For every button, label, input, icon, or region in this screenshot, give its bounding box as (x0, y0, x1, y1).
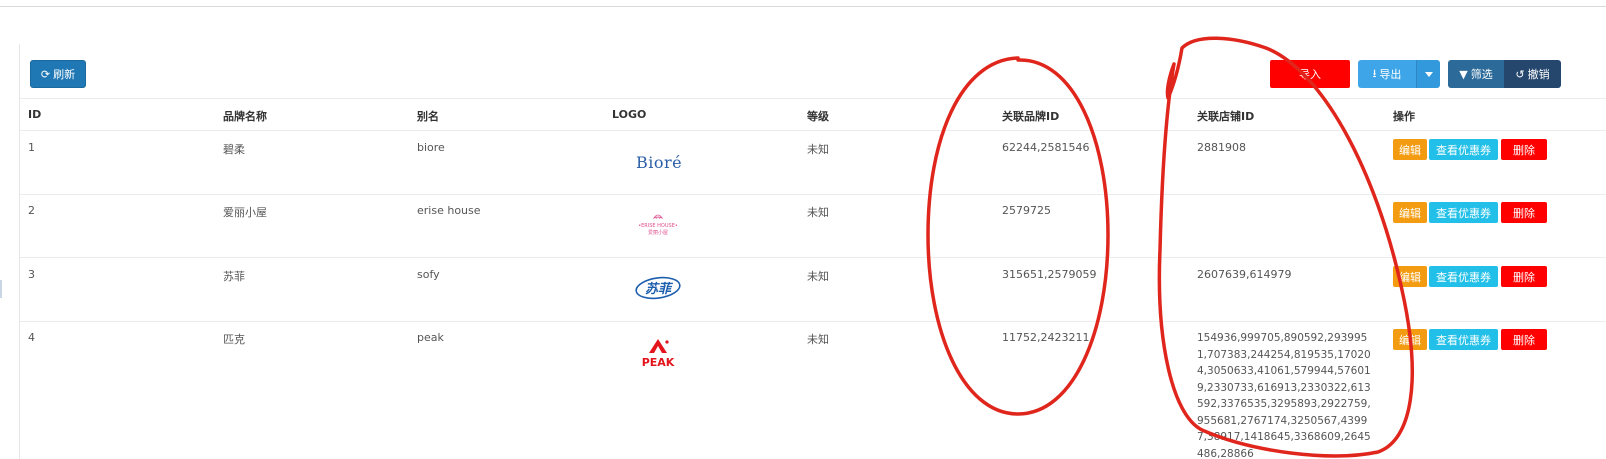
cell-id: 3 (28, 268, 35, 281)
cell-brand-ids: 62244,2581546 (1002, 141, 1090, 154)
cell-brand-ids: 2579725 (1002, 204, 1051, 217)
cell-id: 4 (28, 331, 35, 344)
undo-icon: ↺ (1515, 67, 1525, 81)
edit-button[interactable]: 编辑 (1393, 266, 1427, 287)
peak-logo: PEAK (640, 336, 676, 370)
view-coupon-button[interactable]: 查看优惠券 (1429, 329, 1498, 350)
row-divider (20, 194, 1606, 195)
export-label: 导出 (1379, 68, 1402, 81)
cell-level: 未知 (807, 143, 829, 156)
erise-house-logo: •ERISE HOUSE• 爱丽小屋 (632, 210, 684, 240)
column-header-brand-ids[interactable]: 关联品牌ID (1002, 108, 1059, 124)
column-header-actions: 操作 (1393, 110, 1415, 123)
row-divider (20, 321, 1606, 322)
refresh-icon: ⟳ (40, 67, 51, 81)
cell-name: 匹克 (223, 333, 245, 346)
import-button[interactable]: 导入 (1270, 60, 1350, 88)
cell-name: 爱丽小屋 (223, 206, 267, 219)
brand-table-panel: ⟳ 刷新 导入 ⭳ 导出 ▼ 筛选 ↺ 撤销 ID 品牌名称 别名 LOGO 等… (20, 44, 1606, 459)
cell-level: 未知 (807, 333, 829, 346)
column-header-id[interactable]: ID (28, 108, 41, 121)
undo-button[interactable]: ↺ 撤销 (1504, 60, 1561, 88)
cell-alias: peak (417, 331, 444, 344)
view-coupon-button[interactable]: 查看优惠券 (1429, 266, 1498, 287)
cell-shop-ids: 154936,999705,890592,2939951,707383,2442… (1197, 332, 1371, 459)
cell-id: 1 (28, 141, 35, 154)
biore-logo: Bioré (635, 152, 683, 172)
caret-down-icon (1424, 71, 1433, 77)
delete-button[interactable]: 删除 (1501, 202, 1547, 223)
cell-brand-ids: 11752,2423211 (1002, 331, 1090, 344)
cell-id: 2 (28, 204, 35, 217)
cell-name: 碧柔 (223, 143, 245, 156)
delete-button[interactable]: 删除 (1501, 266, 1547, 287)
header-bottom-border (20, 130, 1606, 131)
filter-icon: ▼ (1459, 67, 1468, 81)
svg-text:PEAK: PEAK (642, 356, 675, 369)
view-coupon-button[interactable]: 查看优惠券 (1429, 202, 1498, 223)
svg-text:•ERISE HOUSE•: •ERISE HOUSE• (638, 223, 678, 229)
cell-name: 苏菲 (223, 270, 245, 283)
view-coupon-button[interactable]: 查看优惠券 (1429, 139, 1498, 160)
cell-level: 未知 (807, 206, 829, 219)
table-top-border (20, 98, 1606, 99)
sofy-logo: 苏菲 (634, 274, 682, 302)
top-divider (0, 6, 1606, 7)
cell-alias: biore (417, 141, 445, 154)
delete-button[interactable]: 删除 (1501, 139, 1547, 160)
download-icon: ⭳ (1372, 66, 1377, 80)
filter-button[interactable]: ▼ 筛选 (1448, 60, 1504, 88)
cell-shop-ids: 2607639,614979 (1197, 268, 1292, 281)
undo-label: 撤销 (1527, 68, 1550, 81)
row-divider (20, 257, 1606, 258)
import-label: 导入 (1299, 68, 1321, 81)
edit-button[interactable]: 编辑 (1393, 202, 1427, 223)
svg-text:爱丽小屋: 爱丽小屋 (648, 229, 668, 236)
delete-button[interactable]: 删除 (1501, 329, 1547, 350)
svg-text:苏菲: 苏菲 (645, 281, 674, 297)
export-dropdown-toggle[interactable] (1416, 60, 1440, 88)
cell-alias: sofy (417, 268, 440, 281)
column-header-shop-ids[interactable]: 关联店铺ID (1197, 108, 1254, 124)
sidebar-edge (0, 280, 2, 298)
cell-brand-ids: 315651,2579059 (1002, 268, 1097, 281)
column-header-alias[interactable]: 别名 (417, 108, 439, 124)
refresh-label: 刷新 (53, 68, 76, 81)
column-header-logo[interactable]: LOGO (612, 108, 646, 121)
column-header-name[interactable]: 品牌名称 (223, 108, 267, 124)
export-button[interactable]: ⭳ 导出 (1358, 60, 1416, 88)
cell-shop-ids: 2881908 (1197, 141, 1246, 154)
column-header-level[interactable]: 等级 (807, 108, 829, 124)
cell-level: 未知 (807, 270, 829, 283)
filter-label: 筛选 (1470, 68, 1493, 81)
cell-alias: erise house (417, 204, 481, 217)
refresh-button[interactable]: ⟳ 刷新 (30, 60, 86, 88)
edit-button[interactable]: 编辑 (1393, 329, 1427, 350)
edit-button[interactable]: 编辑 (1393, 139, 1427, 160)
